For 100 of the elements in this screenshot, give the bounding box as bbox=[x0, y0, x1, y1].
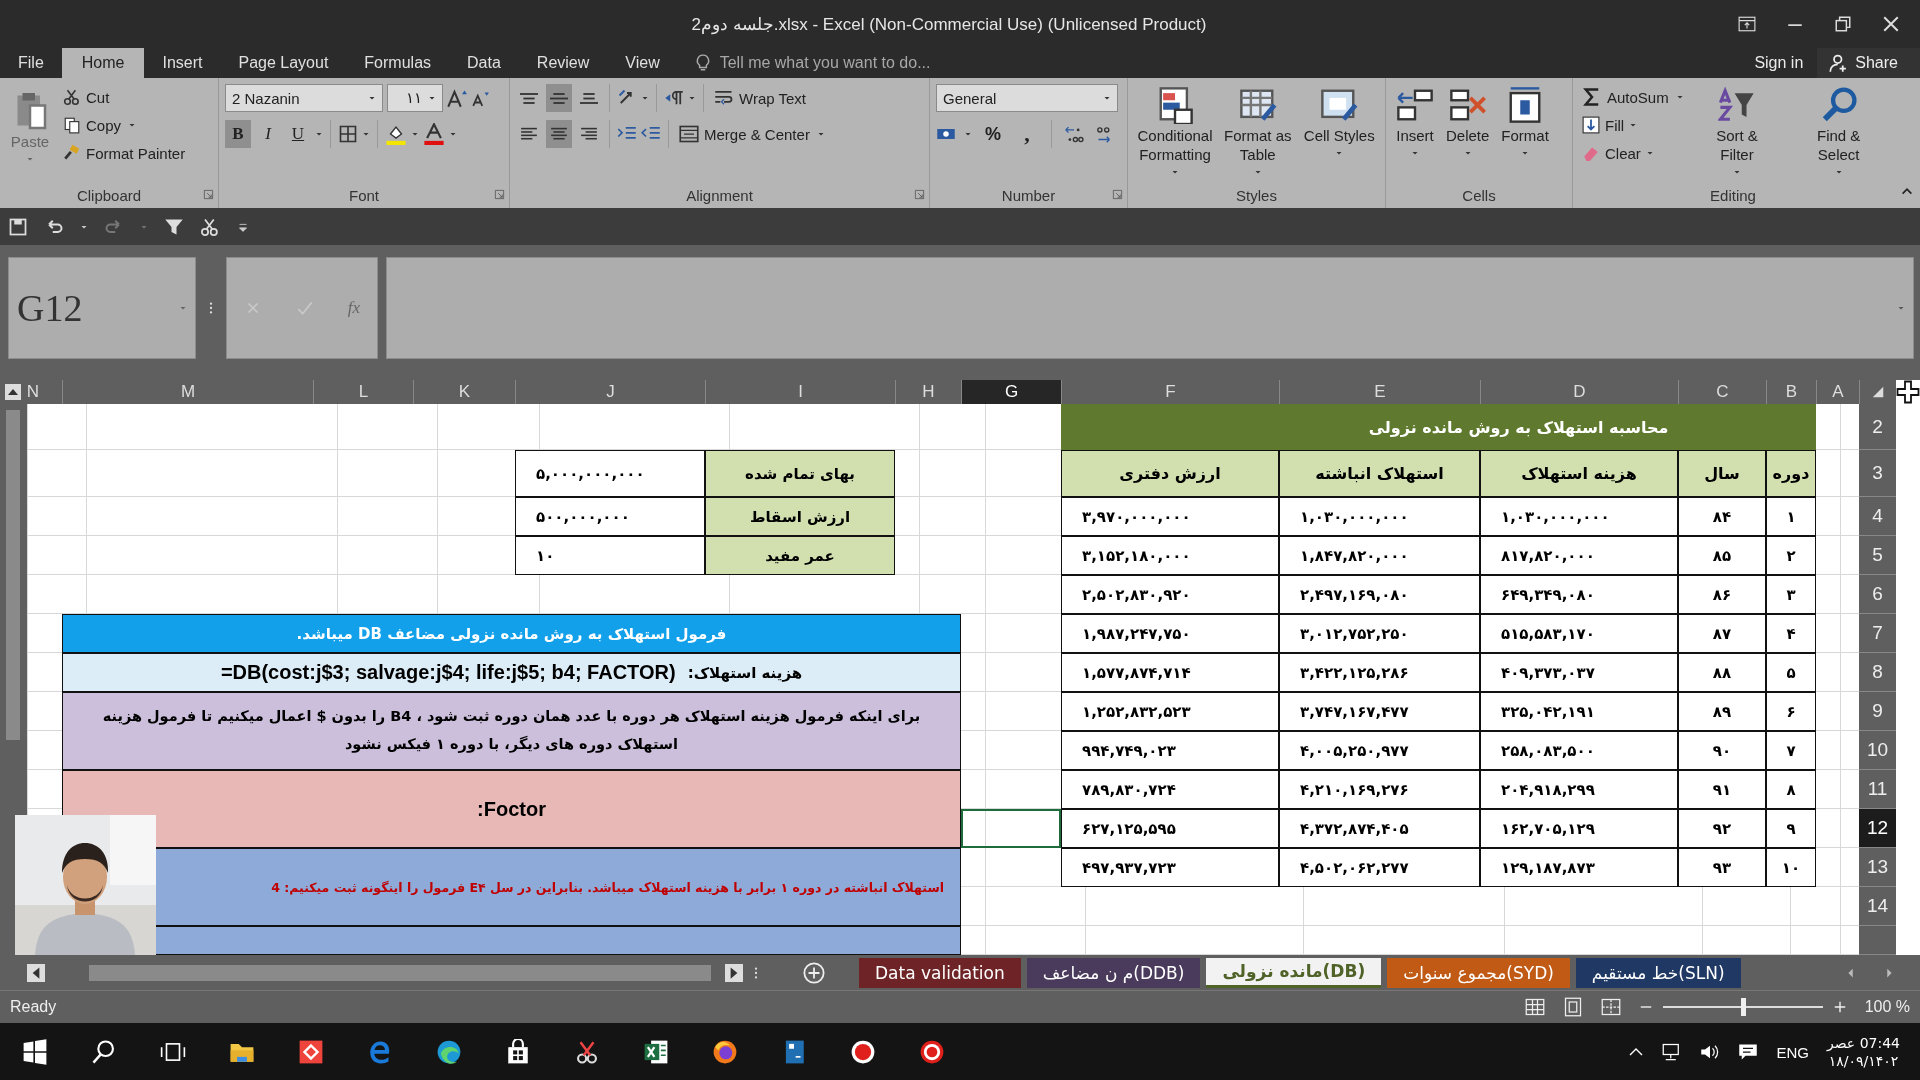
wrap-text-button[interactable]: Wrap Text bbox=[711, 85, 809, 111]
dialog-launcher-icon[interactable] bbox=[914, 189, 925, 200]
underline-button[interactable]: U bbox=[285, 120, 311, 148]
ribbon-tab[interactable]: Page Layout bbox=[220, 48, 347, 78]
cells-button[interactable]: Delete bbox=[1442, 84, 1494, 159]
fox-browser-icon[interactable] bbox=[711, 1039, 738, 1065]
column-header[interactable]: D bbox=[1480, 380, 1678, 404]
styles-button[interactable]: Format as Table bbox=[1218, 84, 1298, 178]
normal-view-icon[interactable] bbox=[1524, 997, 1545, 1017]
sheet-tab[interactable]: م ن مضاعف(DDB) bbox=[1026, 957, 1201, 988]
column-header[interactable]: N bbox=[26, 380, 62, 404]
column-header[interactable]: I bbox=[705, 380, 895, 404]
formula-input[interactable] bbox=[386, 257, 1914, 359]
clear-button[interactable]: Clear bbox=[1579, 140, 1684, 166]
find-select-button[interactable]: Find & Select bbox=[1790, 84, 1887, 178]
vertical-align-button[interactable] bbox=[546, 84, 572, 112]
ribbon-tab[interactable]: File bbox=[0, 48, 62, 78]
ribbon-tab[interactable]: Review bbox=[518, 48, 608, 78]
italic-button[interactable]: I bbox=[255, 120, 281, 148]
scrollbar-thumb[interactable] bbox=[89, 964, 711, 981]
row-header[interactable]: 8 bbox=[1859, 653, 1896, 692]
comma-button[interactable]: , bbox=[1014, 120, 1040, 148]
row-header[interactable]: 14 bbox=[1859, 887, 1896, 926]
ribbon-tab[interactable]: Formulas bbox=[346, 48, 450, 78]
save-icon[interactable] bbox=[8, 216, 28, 237]
row-header[interactable]: 12 bbox=[1859, 809, 1896, 848]
column-header[interactable]: K bbox=[413, 380, 515, 404]
column-header[interactable]: G bbox=[961, 380, 1061, 404]
dialog-launcher-icon[interactable] bbox=[203, 189, 214, 200]
ribbon-tab[interactable]: Insert bbox=[144, 48, 221, 78]
merge-center-button[interactable]: Merge & Center bbox=[676, 121, 813, 147]
autosum-button[interactable]: AutoSum bbox=[1579, 84, 1672, 110]
zoom-slider-thumb[interactable] bbox=[1740, 998, 1746, 1016]
dialog-launcher-icon[interactable] bbox=[494, 189, 505, 200]
remote-desktop-icon[interactable] bbox=[297, 1039, 324, 1065]
row-header[interactable]: 3 bbox=[1859, 450, 1896, 497]
volume-icon[interactable] bbox=[1700, 1042, 1721, 1062]
styles-button[interactable]: Conditional Formatting bbox=[1134, 84, 1216, 178]
restore-icon[interactable] bbox=[1834, 15, 1852, 33]
add-sheet-icon[interactable] bbox=[803, 961, 825, 984]
row-header[interactable]: 5 bbox=[1859, 536, 1896, 575]
zoom-level[interactable]: 100 % bbox=[1864, 998, 1910, 1016]
spreadsheet-app-icon[interactable] bbox=[642, 1039, 669, 1065]
selected-cell[interactable] bbox=[961, 809, 1061, 848]
record-icon[interactable] bbox=[849, 1039, 876, 1065]
column-header[interactable]: H bbox=[895, 380, 961, 404]
language-indicator[interactable]: ENG bbox=[1776, 1043, 1809, 1061]
sheet-tab[interactable]: مانده نزولی(DB) bbox=[1206, 957, 1382, 988]
scroll-left-icon[interactable] bbox=[27, 963, 45, 982]
column-header[interactable]: C bbox=[1678, 380, 1766, 404]
percent-button[interactable]: % bbox=[980, 120, 1006, 148]
row-header[interactable]: 7 bbox=[1859, 614, 1896, 653]
scissors-icon[interactable] bbox=[200, 216, 220, 237]
page-layout-icon[interactable] bbox=[1562, 997, 1583, 1017]
fill-button[interactable]: Fill bbox=[1579, 112, 1684, 138]
record-ring-icon[interactable] bbox=[918, 1039, 945, 1065]
borders-icon[interactable] bbox=[338, 124, 358, 144]
row-header[interactable]: 4 bbox=[1859, 497, 1896, 536]
row-header[interactable]: 9 bbox=[1859, 692, 1896, 731]
row-header[interactable]: 6 bbox=[1859, 575, 1896, 614]
column-header[interactable]: E bbox=[1279, 380, 1480, 404]
page-break-icon[interactable] bbox=[1600, 997, 1621, 1017]
copy-button[interactable]: Copy bbox=[60, 112, 125, 138]
bold-button[interactable]: B bbox=[225, 120, 251, 148]
sheet-tab[interactable]: خط مستقیم(SLN) bbox=[1575, 957, 1741, 988]
format-painter-button[interactable]: Format Painter bbox=[60, 140, 189, 166]
column-header[interactable]: L bbox=[313, 380, 413, 404]
ribbon-tab[interactable]: View bbox=[607, 48, 678, 78]
search-icon[interactable] bbox=[90, 1039, 117, 1065]
horizontal-align-button[interactable] bbox=[546, 120, 572, 148]
clock[interactable]: 07:44 عصر ۱۸/۰۹/۱۴۰۲ bbox=[1826, 1033, 1900, 1071]
ribbon-display-icon[interactable] bbox=[1738, 15, 1756, 33]
row-header[interactable]: 2 bbox=[1859, 404, 1896, 450]
notification-icon[interactable] bbox=[1738, 1042, 1759, 1062]
styles-button[interactable]: Cell Styles bbox=[1299, 84, 1379, 159]
cells-button[interactable]: Format bbox=[1497, 84, 1553, 159]
ribbon-tab[interactable]: Home bbox=[61, 48, 145, 78]
font-name-field[interactable]: 2 Nazanin bbox=[225, 84, 383, 112]
tell-me-field[interactable]: Tell me what you want to do... bbox=[717, 53, 982, 73]
column-header[interactable]: B bbox=[1766, 380, 1816, 404]
shrink-font-icon[interactable] bbox=[471, 89, 489, 107]
font-size-field[interactable]: ۱۱ bbox=[387, 84, 443, 112]
ribbon-tab[interactable]: Data bbox=[449, 48, 519, 78]
row-header[interactable]: 11 bbox=[1859, 770, 1896, 809]
column-header[interactable]: J bbox=[515, 380, 705, 404]
scrollbar-thumb[interactable] bbox=[6, 410, 21, 740]
share-button[interactable]: Share bbox=[1817, 48, 1920, 78]
grow-font-icon[interactable] bbox=[447, 88, 467, 108]
sheet-tab[interactable]: Data validation bbox=[859, 957, 1021, 988]
sort-filter-button[interactable]: Sort & Filter bbox=[1693, 84, 1781, 178]
column-header[interactable]: F bbox=[1061, 380, 1279, 404]
cells-button[interactable]: Insert bbox=[1392, 84, 1438, 159]
font-color-icon[interactable] bbox=[423, 123, 445, 145]
row-header[interactable]: 13 bbox=[1859, 848, 1896, 887]
cut-button[interactable]: Cut bbox=[60, 84, 189, 110]
name-box[interactable]: G12 bbox=[8, 257, 196, 359]
browser-wave-icon[interactable] bbox=[435, 1039, 462, 1065]
zoom-in-icon[interactable] bbox=[1832, 1000, 1847, 1014]
sign-in-link[interactable]: Sign in bbox=[1740, 48, 1818, 78]
row-header[interactable]: 10 bbox=[1859, 731, 1896, 770]
